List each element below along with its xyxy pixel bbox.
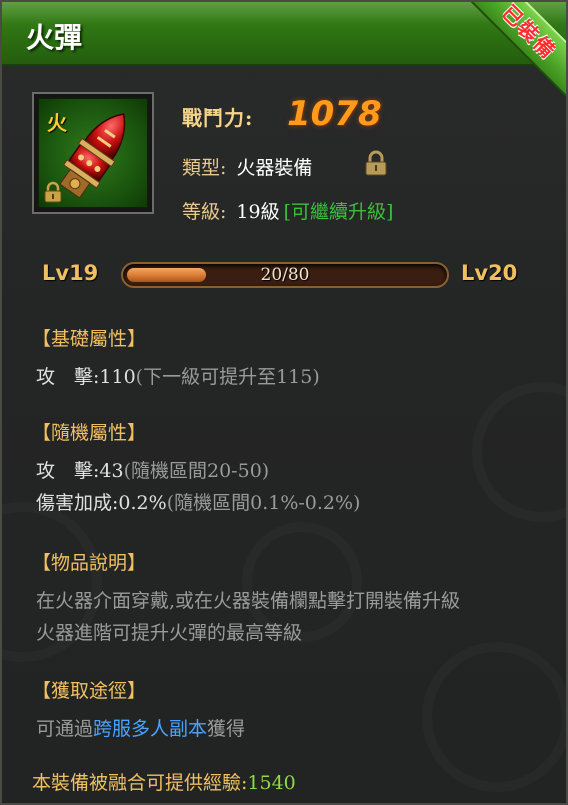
type-label: 類型: bbox=[182, 157, 227, 179]
base-attrs-header: 【基礎屬性】 bbox=[32, 328, 147, 350]
random-damage-note: (隨機區間0.1%-0.2%) bbox=[166, 492, 361, 514]
item-icon-frame[interactable]: 火 bbox=[32, 92, 154, 214]
power-value: 1078 bbox=[287, 94, 382, 134]
random-attack-label: 攻 擊: bbox=[36, 460, 100, 482]
random-damage-line: 傷害加成:0.2%(隨機區間0.1%-0.2%) bbox=[36, 488, 360, 515]
bg-decoration bbox=[422, 642, 566, 792]
fusion-label: 本裝備被融合可提供經驗: bbox=[32, 772, 248, 794]
description-line-2: 火器進階可提升火彈的最高等級 bbox=[36, 622, 303, 644]
base-attack-line: 攻 擊:110(下一級可提升至115) bbox=[36, 362, 320, 389]
random-attack-line: 攻 擊:43(隨機區間20-50) bbox=[36, 456, 269, 483]
random-damage-value: 0.2% bbox=[118, 492, 167, 514]
level-row: 等級: 19級 [可繼續升級] bbox=[182, 197, 393, 224]
next-level: Lv20 bbox=[461, 261, 518, 285]
current-level: Lv19 bbox=[42, 261, 99, 285]
acquire-suffix: 獲得 bbox=[207, 718, 246, 740]
base-attack-value: 110 bbox=[99, 366, 136, 388]
base-attack-note: (下一級可提升至115) bbox=[135, 366, 320, 388]
random-attack-note: (隨機區間20-50) bbox=[123, 460, 270, 482]
item-tooltip-panel: 火彈 已裝備 火 戰鬥力: 1078 類型: 火器裝備 等級: 19級 [可繼續… bbox=[0, 0, 568, 805]
level-value: 19級 bbox=[236, 201, 280, 223]
type-value: 火器裝備 bbox=[236, 157, 313, 179]
acquire-link[interactable]: 跨服多人副本 bbox=[93, 718, 207, 740]
random-damage-label: 傷害加成: bbox=[36, 492, 119, 514]
acquire-line: 可通過跨服多人副本獲得 bbox=[36, 714, 245, 741]
random-attrs-header: 【隨機屬性】 bbox=[32, 422, 147, 444]
power-label: 戰鬥力: bbox=[182, 106, 254, 130]
type-row: 類型: 火器裝備 bbox=[182, 153, 312, 180]
acquire-prefix: 可通過 bbox=[36, 718, 94, 740]
bg-decoration bbox=[472, 382, 566, 522]
level-upgrade-link[interactable]: [可繼續升級] bbox=[284, 201, 394, 223]
fusion-value: 1540 bbox=[247, 772, 296, 794]
acquire-header: 【獲取途徑】 bbox=[32, 680, 147, 702]
description-header: 【物品說明】 bbox=[32, 552, 147, 574]
firebomb-icon: 火 bbox=[38, 98, 148, 208]
lock-icon[interactable] bbox=[364, 150, 388, 176]
exp-progress-bar: 20/80 bbox=[121, 262, 449, 288]
item-name: 火彈 bbox=[26, 21, 83, 54]
level-label: 等級: bbox=[182, 201, 227, 223]
random-attack-value: 43 bbox=[99, 460, 124, 482]
icon-element-char: 火 bbox=[47, 111, 67, 135]
description-line-1: 在火器介面穿戴,或在火器裝備欄點擊打開裝備升級 bbox=[36, 590, 461, 612]
base-attack-label: 攻 擊: bbox=[36, 366, 100, 388]
fusion-line: 本裝備被融合可提供經驗:1540 bbox=[32, 768, 296, 795]
exp-progress-text: 20/80 bbox=[260, 265, 310, 285]
lock-icon bbox=[44, 181, 62, 203]
